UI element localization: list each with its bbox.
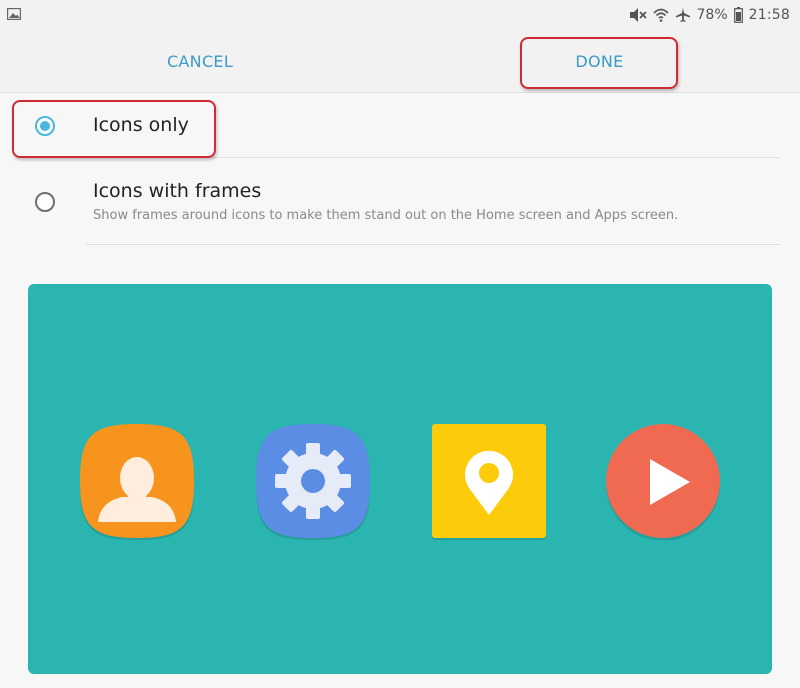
cancel-button[interactable]: CANCEL <box>130 30 270 92</box>
contacts-icon <box>80 424 194 540</box>
wifi-icon <box>652 8 669 22</box>
battery-percent: 78% <box>696 7 728 23</box>
battery-icon <box>733 7 743 23</box>
settings-icon <box>256 424 370 540</box>
mute-icon <box>629 8 647 22</box>
option-icons-with-frames[interactable]: Icons with frames Show frames around ico… <box>0 158 800 246</box>
option-title: Icons with frames <box>93 180 262 202</box>
gallery-icon <box>7 8 21 20</box>
option-description: Show frames around icons to make them st… <box>93 208 679 223</box>
maps-icon <box>432 424 546 540</box>
action-bar: CANCEL DONE <box>0 30 800 93</box>
divider <box>86 244 780 245</box>
done-highlight-box <box>520 37 678 89</box>
clock: 21:58 <box>748 7 790 23</box>
radio-icons-with-frames[interactable] <box>35 192 55 212</box>
icon-style-preview <box>28 284 772 674</box>
airplane-icon <box>675 8 690 22</box>
video-icon <box>606 424 720 540</box>
icons-only-highlight-box <box>12 100 216 158</box>
status-bar: 78% 21:58 <box>0 0 800 30</box>
